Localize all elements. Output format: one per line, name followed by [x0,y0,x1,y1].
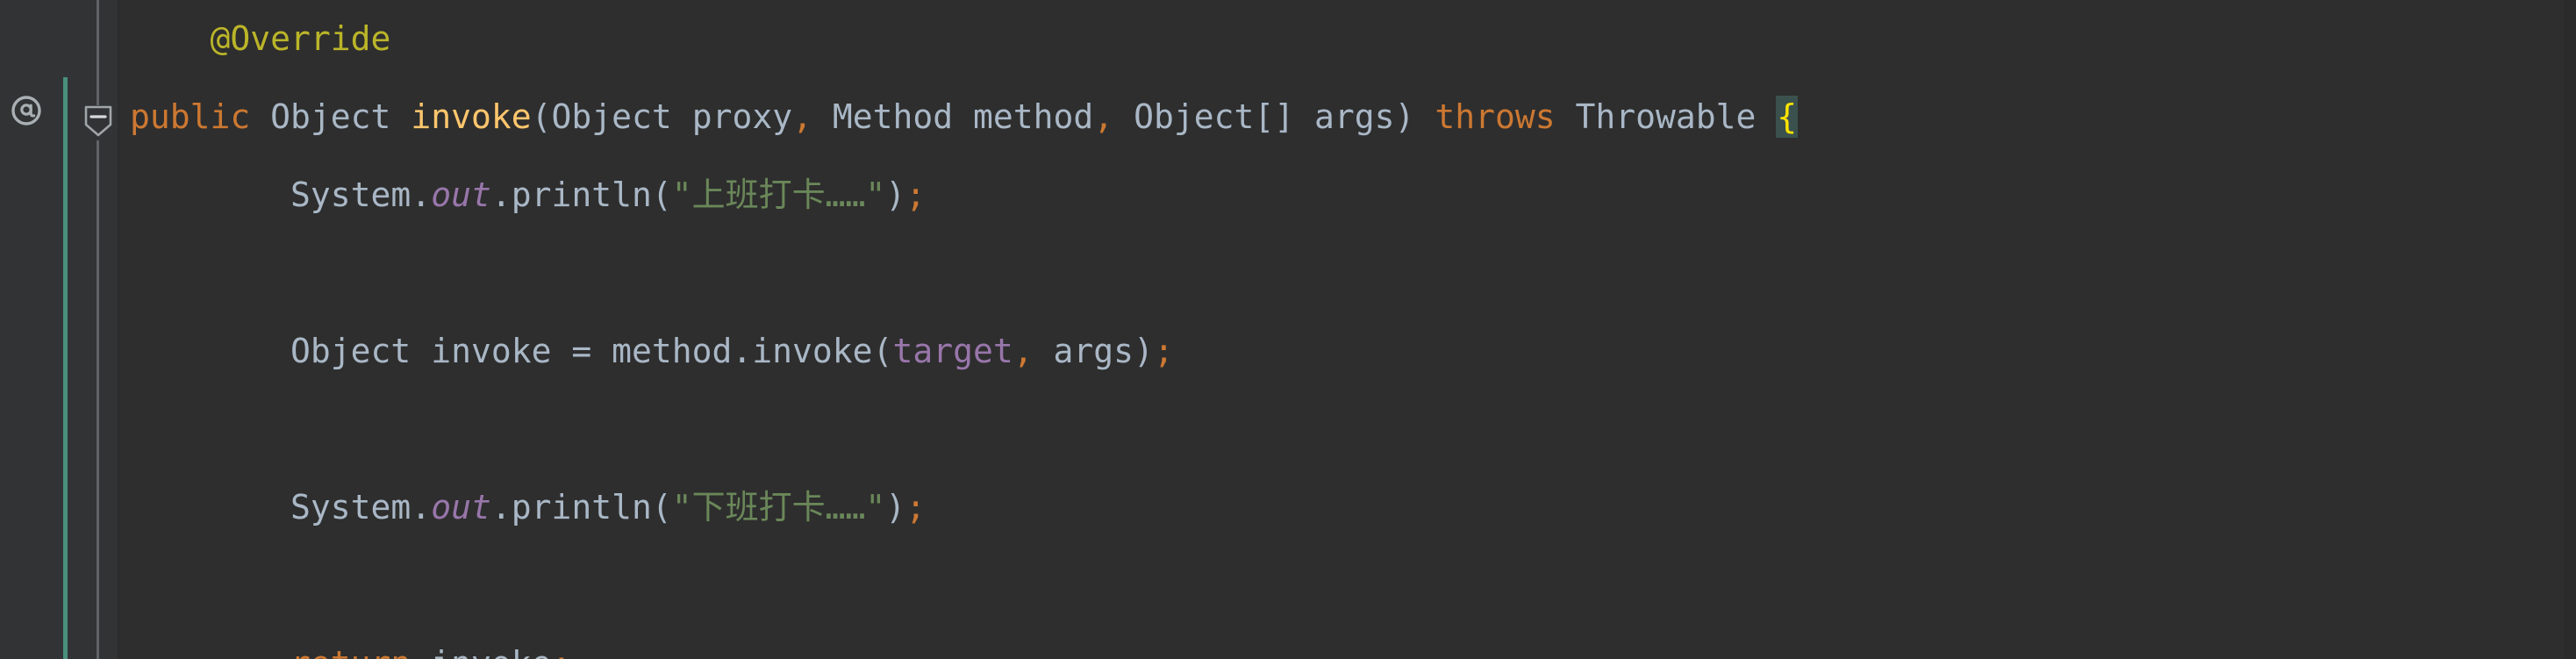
code-token-keyword: return [290,644,411,659]
code-token-param: method [973,97,1094,136]
code-content[interactable]: @Override public Object invoke(Object pro… [119,0,2576,659]
editor-gutter[interactable] [0,0,119,659]
code-token-punct: ( [651,488,672,526]
code-token-plain: invoke [431,644,551,659]
code-token-field: target [892,332,1013,370]
code-token-plain: = [551,332,612,370]
code-token-plain: method [612,332,733,370]
code-token-semi: , [792,97,812,136]
code-token-static: out [431,488,491,526]
code-token-param: args [1053,332,1134,370]
code-token-punct: ( [872,332,893,370]
code-token-keyword: public [130,97,251,136]
line-override-annotation[interactable]: @Override [119,0,2576,78]
code-token-string: "下班打卡……" [671,488,886,526]
code-token-punct: ( [651,175,672,214]
line-println-clock-out[interactable]: System.out.println("下班打卡……"); [119,469,2576,547]
code-token-semi: , [1013,332,1034,370]
code-token-brace-match: { [1776,96,1799,138]
code-fold-collapse-handle[interactable] [82,102,115,140]
code-token-class: Object [551,97,672,136]
code-token-punct: ) [1394,97,1415,136]
code-token-punct: . [411,175,432,214]
code-token-plain: invoke [752,332,873,370]
code-token-param: proxy [691,97,793,136]
at-annotation-icon[interactable] [7,91,46,130]
code-token-static: out [431,175,491,214]
code-token-semi: ; [551,644,571,659]
code-token-class: System [290,175,411,214]
code-token-plain: println [511,488,652,526]
code-token-class: Object [290,332,411,370]
code-token-semi: ; [1153,332,1174,370]
code-token-punct: . [732,332,753,370]
line-blank-3[interactable] [119,547,2576,625]
code-token-plain: invoke [431,332,552,370]
fold-guide-line-bottom [97,140,99,659]
code-token-method: invoke [411,97,532,136]
line-blank-2[interactable] [119,390,2576,469]
line-println-clock-in[interactable]: System.out.println("上班打卡……"); [119,156,2576,234]
code-token-annotation: @Override [210,19,391,58]
line-return[interactable]: return invoke; [119,625,2576,659]
code-token-semi: ; [905,488,927,526]
line-method-signature[interactable]: public Object invoke(Object proxy, Metho… [119,78,2576,156]
code-token-keyword: throws [1435,97,1556,136]
editor-right-edge [2564,0,2576,659]
code-token-punct: . [411,488,432,526]
code-editor[interactable]: @Override public Object invoke(Object pro… [0,0,2576,659]
code-token-punct: ) [885,488,906,526]
code-token-class: System [290,488,411,526]
code-token-semi: , [1093,97,1114,136]
code-token-punct: . [490,488,512,526]
code-token-punct: ) [885,175,906,214]
code-token-class: Throwable [1575,97,1757,136]
code-token-punct: ) [1134,332,1154,370]
vcs-modified-marker[interactable] [63,77,68,659]
code-token-class: Object [270,97,391,136]
code-token-class: Object[] [1134,97,1295,136]
code-token-class: Method [832,97,954,136]
fold-guide-line-top [97,0,99,105]
code-token-param: args [1314,97,1395,136]
code-token-plain: println [511,175,652,214]
code-token-semi: ; [905,175,927,214]
code-token-punct: . [490,175,512,214]
code-token-punct: ( [531,97,552,136]
line-method-invoke[interactable]: Object invoke = method.invoke(target, ar… [119,312,2576,390]
line-blank-1[interactable] [119,234,2576,312]
code-token-string: "上班打卡……" [671,175,886,214]
